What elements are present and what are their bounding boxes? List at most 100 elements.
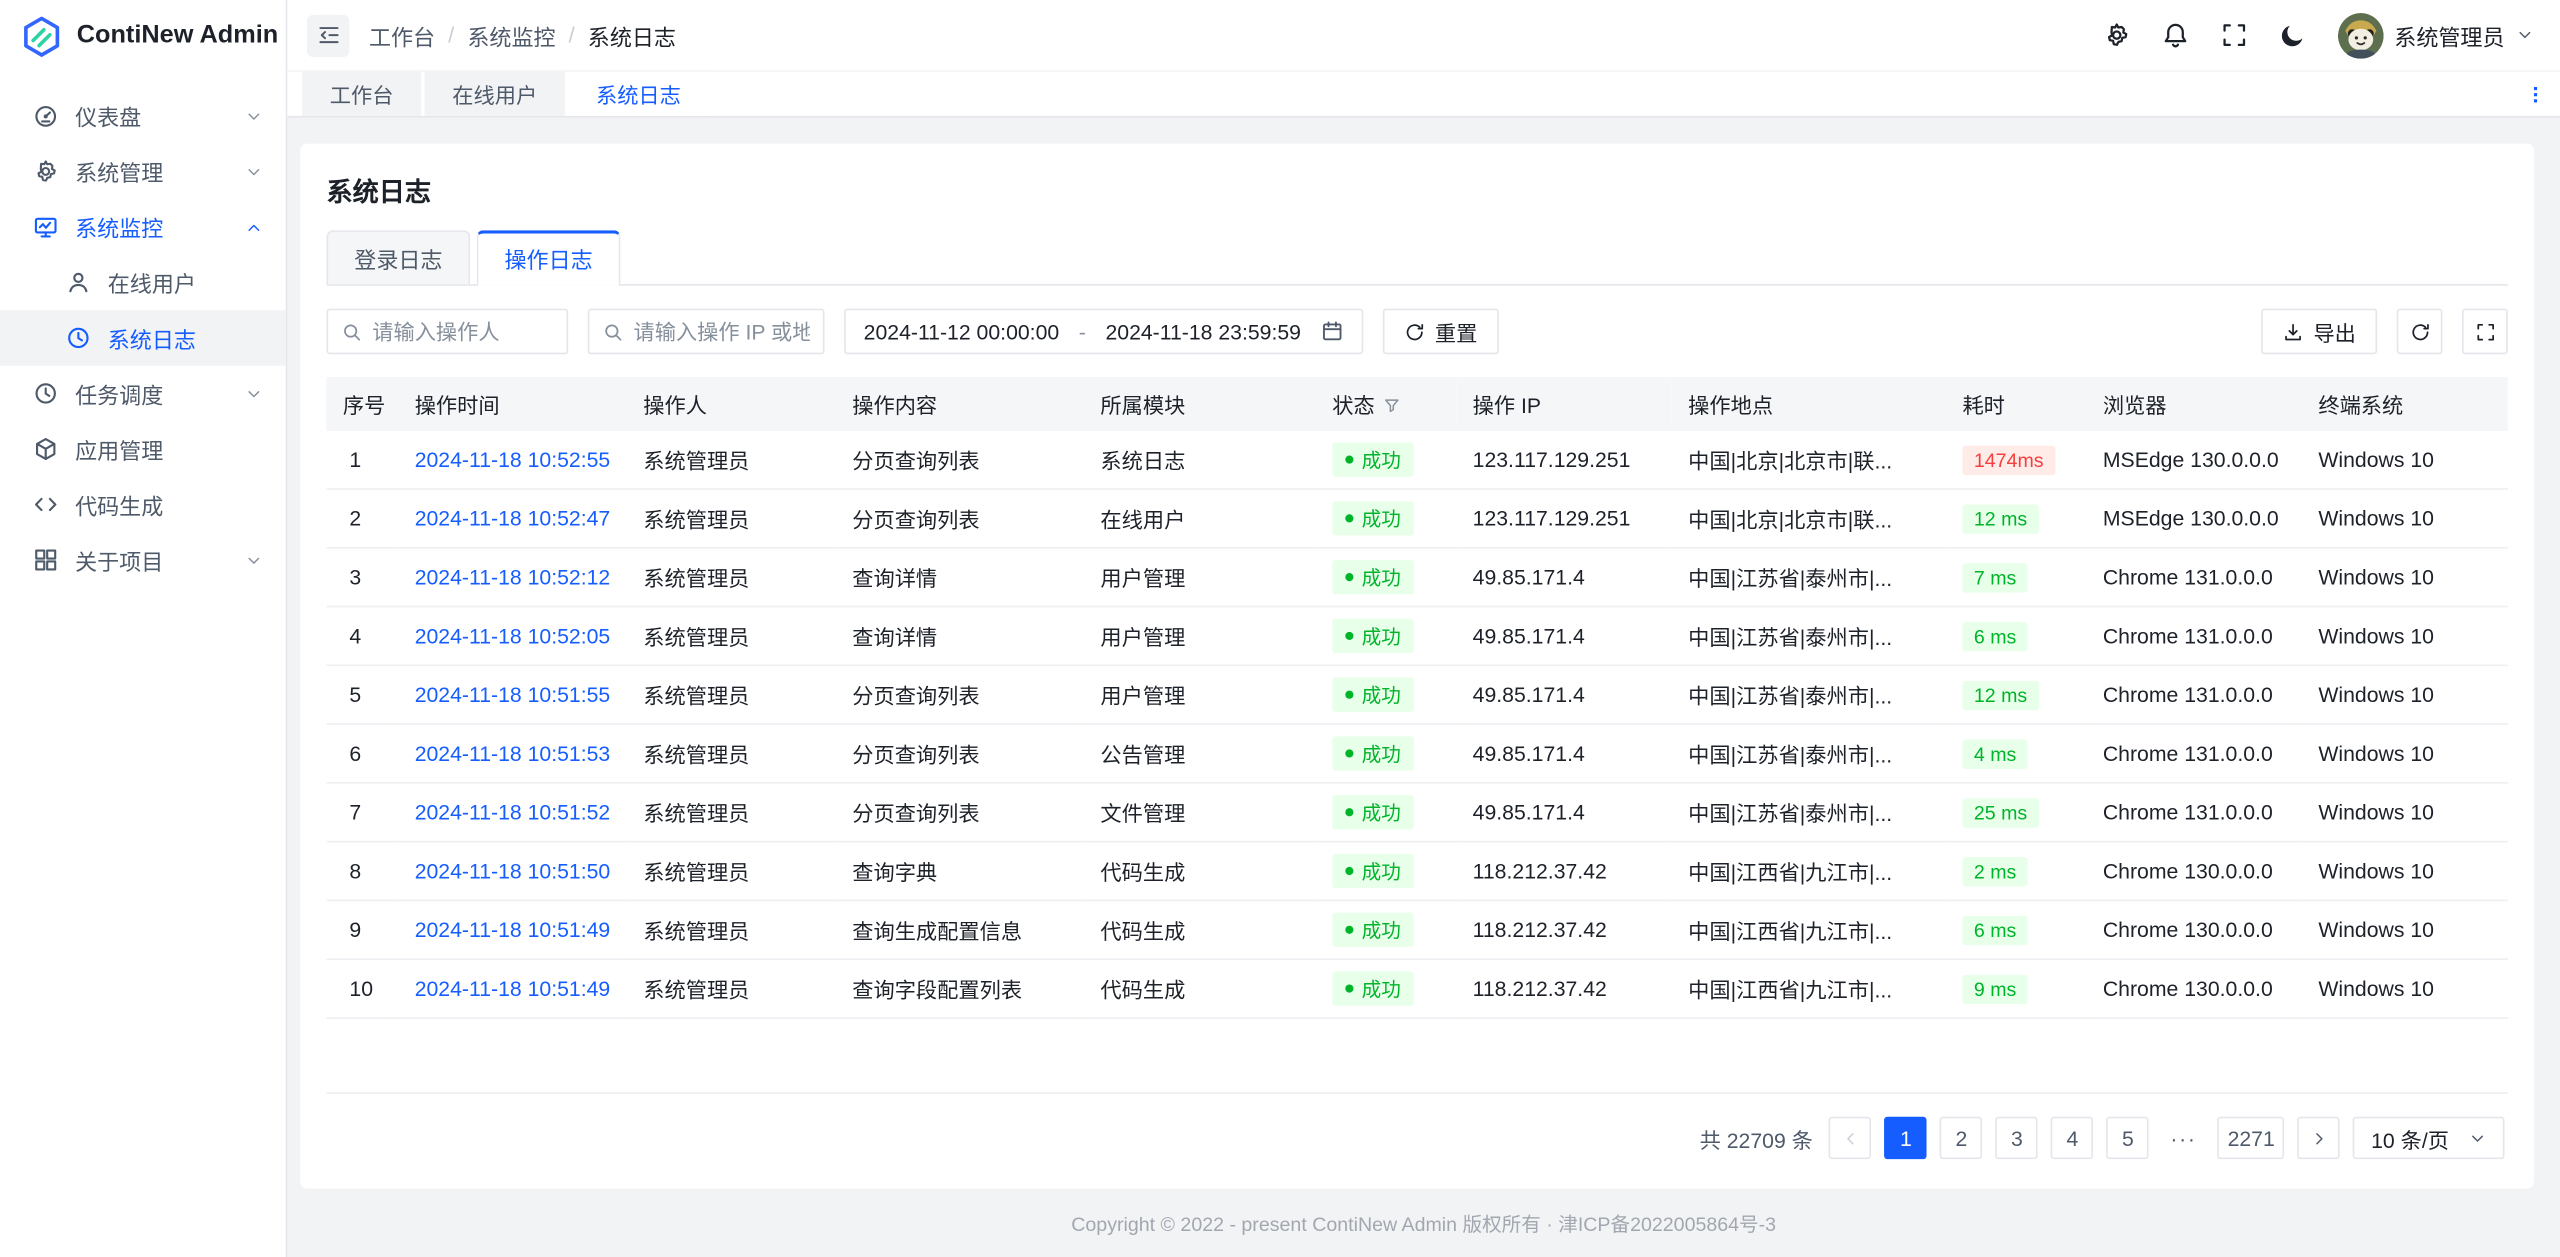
cell-module: 代码生成 — [1084, 842, 1316, 901]
page-button-2[interactable]: 2 — [1940, 1117, 1982, 1159]
next-page-button[interactable] — [2298, 1117, 2340, 1159]
refresh-table-button[interactable] — [2397, 309, 2443, 355]
nav-tab-system-log[interactable]: 系统日志 — [568, 72, 708, 116]
status-dot-icon — [1345, 632, 1353, 640]
sidebar-item-dashboard[interactable]: 仪表盘 — [0, 88, 286, 144]
time-link[interactable]: 2024-11-18 10:52:12 — [415, 565, 611, 589]
page-size-select[interactable]: 10 条/页 — [2353, 1117, 2504, 1159]
user-menu[interactable]: 系统管理员 — [2337, 12, 2534, 58]
time-link[interactable]: 2024-11-18 10:51:55 — [415, 682, 611, 706]
date-end-value: 2024-11-18 23:59:59 — [1105, 319, 1301, 343]
history-icon — [65, 325, 91, 351]
sidebar-collapse-button[interactable] — [307, 14, 349, 56]
page-button-5[interactable]: 5 — [2107, 1117, 2149, 1159]
notifications-icon[interactable] — [2161, 21, 2189, 49]
fullscreen-icon[interactable] — [2220, 21, 2248, 49]
status-badge: 成功 — [1332, 971, 1414, 1005]
column-header-0: 序号 — [327, 377, 399, 431]
status-dot-icon — [1345, 573, 1353, 581]
status-dot-icon — [1345, 749, 1353, 757]
ip-search-input[interactable] — [633, 319, 809, 343]
time-link[interactable]: 2024-11-18 10:51:49 — [415, 976, 611, 1000]
duration-tag: 12 ms — [1962, 504, 2038, 533]
sidebar-item-system-log[interactable]: 系统日志 — [0, 310, 286, 366]
cell-location: 中国|江苏省|泰州市|... — [1672, 724, 1946, 783]
cell-content: 分页查询列表 — [836, 489, 1084, 548]
table-row: 62024-11-18 10:51:53系统管理员分页查询列表公告管理成功49.… — [327, 724, 2508, 783]
operator-search-field[interactable] — [327, 309, 569, 355]
date-range-picker[interactable]: 2024-11-12 00:00:00 - 2024-11-18 23:59:5… — [844, 309, 1363, 355]
export-button[interactable]: 导出 — [2261, 309, 2377, 355]
cell-location: 中国|江西省|九江市|... — [1672, 959, 1946, 1018]
filter-icon[interactable] — [1383, 397, 1401, 415]
nav-tab-workbench[interactable]: 工作台 — [302, 72, 421, 116]
time-link[interactable]: 2024-11-18 10:52:55 — [415, 447, 611, 471]
table-fullscreen-button[interactable] — [2462, 309, 2508, 355]
chevron-down-icon — [2516, 26, 2534, 44]
tab-login-log[interactable]: 登录日志 — [327, 230, 471, 284]
dark-mode-icon[interactable] — [2278, 21, 2306, 49]
sidebar-item-system-management[interactable]: 系统管理 — [0, 144, 286, 200]
cell-time: 2024-11-18 10:51:49 — [398, 959, 627, 1018]
table-row: 42024-11-18 10:52:05系统管理员查询详情用户管理成功49.85… — [327, 607, 2508, 666]
page-ellipsis[interactable]: ··· — [2162, 1117, 2204, 1159]
continew-logo-icon — [20, 14, 64, 58]
status-badge: 成功 — [1332, 442, 1414, 476]
cell-browser: MSEdge 130.0.0.0 — [2087, 489, 2303, 548]
page-title: 系统日志 — [327, 170, 2508, 209]
monitor-icon — [33, 214, 59, 240]
breadcrumb-item-1[interactable]: 系统监控 — [467, 19, 555, 52]
page-button-1[interactable]: 1 — [1885, 1117, 1927, 1159]
avatar — [2337, 12, 2383, 58]
cell-status: 成功 — [1316, 489, 1456, 548]
breadcrumb-item-2[interactable]: 系统日志 — [588, 19, 676, 52]
cell-module: 用户管理 — [1084, 548, 1316, 607]
prev-page-button[interactable] — [1829, 1117, 1871, 1159]
cell-browser: MSEdge 130.0.0.0 — [2087, 431, 2303, 489]
chevron-down-icon — [2469, 1129, 2487, 1147]
operator-search-input[interactable] — [372, 319, 553, 343]
breadcrumb-item-0[interactable]: 工作台 — [369, 19, 435, 52]
sidebar-item-task-schedule[interactable]: 任务调度 — [0, 366, 286, 422]
status-dot-icon — [1345, 514, 1353, 522]
grid-icon — [33, 547, 59, 573]
cell-browser: Chrome 130.0.0.0 — [2087, 959, 2303, 1018]
cell-module: 文件管理 — [1084, 783, 1316, 842]
settings-icon[interactable] — [2102, 21, 2130, 49]
nav-tabs-list: 工作台在线用户系统日志 — [302, 72, 712, 116]
status-badge: 成功 — [1332, 736, 1414, 770]
user-name: 系统管理员 — [2394, 19, 2504, 52]
cell-ip: 118.212.37.42 — [1456, 959, 1672, 1018]
time-link[interactable]: 2024-11-18 10:52:05 — [415, 624, 611, 648]
ip-search-field[interactable] — [588, 309, 825, 355]
page-button-4[interactable]: 4 — [2051, 1117, 2093, 1159]
page-button-2271[interactable]: 2271 — [2218, 1117, 2285, 1159]
duration-tag: 6 ms — [1962, 915, 2027, 944]
cell-operator: 系统管理员 — [627, 607, 836, 666]
time-link[interactable]: 2024-11-18 10:51:52 — [415, 800, 611, 824]
logo[interactable]: ContiNew Admin — [0, 0, 286, 72]
cell-ip: 49.85.171.4 — [1456, 665, 1672, 724]
page-button-3[interactable]: 3 — [1996, 1117, 2038, 1159]
status-dot-icon — [1345, 456, 1353, 464]
time-link[interactable]: 2024-11-18 10:51:49 — [415, 918, 611, 942]
time-link[interactable]: 2024-11-18 10:52:47 — [415, 506, 611, 530]
sidebar-item-online-users[interactable]: 在线用户 — [0, 255, 286, 311]
sidebar-item-label: 关于项目 — [75, 544, 228, 577]
sidebar-item-app-management[interactable]: 应用管理 — [0, 421, 286, 477]
time-link[interactable]: 2024-11-18 10:51:53 — [415, 741, 611, 765]
sidebar-item-system-monitor[interactable]: 系统监控 — [0, 199, 286, 255]
calendar-icon — [1321, 320, 1344, 343]
status-badge: 成功 — [1332, 795, 1414, 829]
sidebar-item-about-project[interactable]: 关于项目 — [0, 532, 286, 588]
column-header-3: 操作内容 — [836, 377, 1084, 431]
chevron-down-icon — [245, 384, 263, 402]
tab-operation-log[interactable]: 操作日志 — [477, 230, 621, 286]
tabs-more-icon[interactable] — [2511, 72, 2560, 116]
nav-tab-online-users[interactable]: 在线用户 — [425, 72, 565, 116]
duration-tag: 25 ms — [1962, 798, 2038, 827]
sidebar-item-code-generation[interactable]: 代码生成 — [0, 477, 286, 533]
cell-status: 成功 — [1316, 959, 1456, 1018]
reset-button[interactable]: 重置 — [1383, 309, 1499, 355]
time-link[interactable]: 2024-11-18 10:51:50 — [415, 859, 611, 883]
